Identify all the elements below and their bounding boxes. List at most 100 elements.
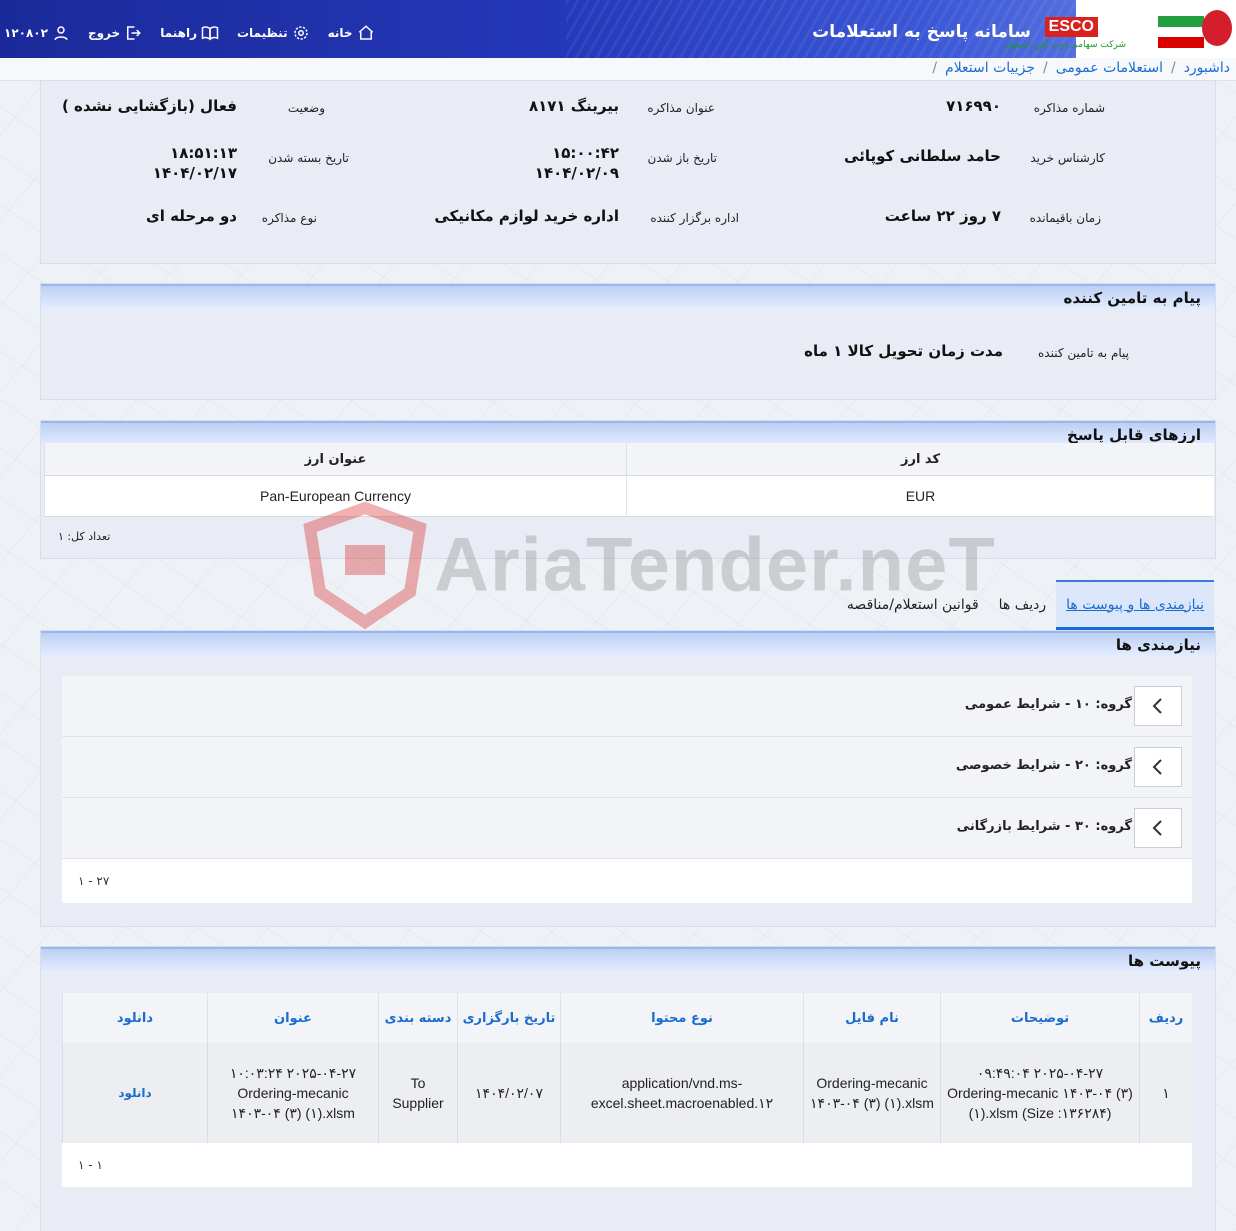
guide-link[interactable]: راهنما <box>160 24 219 42</box>
breadcrumb-dashboard[interactable]: داشبورد <box>1184 60 1230 80</box>
breadcrumb-general[interactable]: استعلامات عمومی <box>1056 60 1163 80</box>
currency-count: تعداد کل: ۱ <box>58 530 111 543</box>
tab-rules[interactable]: قوانین استعلام/مناقصه <box>837 580 989 630</box>
table-row[interactable]: ۱ ۲۰۲۵-۰۴-۲۷ ۰۹:۴۹:۰۴ Ordering-mecanic ۱… <box>62 1043 1192 1143</box>
close-date-label: تاریخ بسته شدن <box>268 151 349 165</box>
breadcrumb: داشبورد / استعلامات عمومی / جزییات استعل… <box>932 60 1230 80</box>
open-date-value: ۱۵:۰۰:۴۲ ۱۴۰۴/۰۲/۰۹ <box>534 144 619 182</box>
logout-link[interactable]: خروج <box>88 24 142 42</box>
top-header: ESCO شرکت سهامی ذوب آهن اصفهان سامانه پا… <box>0 0 1236 58</box>
group-label: گروه: ۳۰ - شرایط بازرگانی <box>956 819 1132 834</box>
organizer-value: اداره خرید لوازم مکانیکی <box>434 207 619 225</box>
col-upload-date[interactable]: تاریخ بارگزاری <box>457 993 561 1043</box>
expert-value: حامد سلطانی کوپائی <box>844 147 1001 165</box>
requirement-group[interactable]: گروه: ۱۰ - شرایط عمومی <box>62 676 1192 737</box>
close-date-value: ۱۸:۵۱:۱۳ ۱۴۰۴/۰۲/۱۷ <box>152 144 237 182</box>
col-download[interactable]: دانلود <box>62 993 208 1043</box>
iran-flag-icon <box>1158 16 1204 48</box>
chevron-left-icon <box>1152 820 1162 836</box>
currency-table: کد ارز عنوان ارز EUR Pan-European Curren… <box>44 443 1214 517</box>
home-link[interactable]: خانه <box>328 24 375 42</box>
supplier-message-label: پیام به تامین کننده <box>1038 346 1129 360</box>
breadcrumb-details[interactable]: جزییات استعلام <box>945 60 1035 80</box>
cell-row: ۱ <box>1139 1043 1192 1143</box>
requirement-group[interactable]: گروه: ۲۰ - شرایط خصوصی <box>62 737 1192 798</box>
supplier-message-value: مدت زمان تحویل کالا ۱ ماه <box>804 342 1003 360</box>
cell-description: ۲۰۲۵-۰۴-۲۷ ۰۹:۴۹:۰۴ Ordering-mecanic ۱۴۰… <box>940 1043 1140 1143</box>
breadcrumb-sep: / <box>932 60 938 76</box>
requirements-title: نیازمندی ها <box>41 631 1215 657</box>
cell-filename: Ordering-mecanic ۱۴۰۳-۰۴ (۳) (۱).xlsm <box>803 1043 941 1143</box>
pager-range: ۱ - ۱ <box>78 1158 103 1172</box>
user-menu[interactable]: ۱۲۰۸۰۲ <box>4 24 70 42</box>
home-label: خانه <box>327 26 353 40</box>
logout-label: خروج <box>87 26 121 40</box>
app-title: سامانه پاسخ به استعلامات <box>812 22 1031 42</box>
currency-code-header[interactable]: کد ارز <box>626 443 1214 476</box>
logout-icon <box>127 26 141 40</box>
currency-code-cell: EUR <box>626 475 1214 517</box>
detail-tabs: نیازمندی ها و پیوست ها ردیف ها قوانین اس… <box>837 580 1214 630</box>
col-filename[interactable]: نام فایل <box>803 993 941 1043</box>
requirements-pager: ۱ - ۲۷ <box>62 859 1192 903</box>
neg-no-label: شماره مذاکره <box>1033 101 1105 115</box>
organizer-label: اداره برگزار کننده <box>650 211 739 225</box>
expand-button[interactable] <box>1134 808 1182 848</box>
col-title[interactable]: عنوان <box>207 993 379 1043</box>
cell-content-type: application/vnd.ms-excel.sheet.macroenab… <box>560 1043 804 1143</box>
tab-rows[interactable]: ردیف ها <box>989 580 1056 630</box>
neg-no-value: ۷۱۶۹۹۰ <box>946 97 1001 115</box>
cell-upload-date: ۱۴۰۴/۰۲/۰۷ <box>457 1043 561 1143</box>
attachments-pager: ۱ - ۱ <box>62 1143 1192 1187</box>
attachments-header-row: ردیف توضیحات نام فایل نوع محتوا تاریخ با… <box>62 993 1192 1043</box>
neg-type-value: دو مرحله ای <box>145 207 237 225</box>
remaining-label: زمان باقیمانده <box>1029 211 1101 225</box>
group-label: گروه: ۲۰ - شرایط خصوصی <box>955 758 1132 773</box>
expand-button[interactable] <box>1134 747 1182 787</box>
chevron-left-icon <box>1152 759 1162 775</box>
col-category[interactable]: دسته بندی <box>378 993 458 1043</box>
expand-button[interactable] <box>1134 686 1182 726</box>
tab-requirements[interactable]: نیازمندی ها و پیوست ها <box>1056 580 1214 630</box>
requirement-group[interactable]: گروه: ۳۰ - شرایط بازرگانی <box>62 798 1192 859</box>
currency-title-cell: Pan-European Currency <box>44 475 627 517</box>
currency-header-row: کد ارز عنوان ارز <box>44 443 1214 476</box>
pager-range: ۱ - ۲۷ <box>78 874 110 888</box>
cell-category: To Supplier <box>378 1043 458 1143</box>
top-nav: ۱۲۰۸۰۲ خروج راهنما تنظیمات خانه <box>4 24 375 42</box>
title-value: بیرینگ ۸۱۷۱ <box>528 97 619 115</box>
download-link[interactable]: دانلود <box>62 1043 208 1143</box>
col-row[interactable]: ردیف <box>1139 993 1192 1043</box>
guide-label: راهنما <box>160 26 197 40</box>
chevron-left-icon <box>1152 698 1162 714</box>
user-id: ۱۲۰۸۰۲ <box>4 26 48 40</box>
attachments-title: پیوست ها <box>41 947 1215 973</box>
breadcrumb-sep: / <box>1043 60 1048 76</box>
home-icon <box>358 25 373 40</box>
settings-link[interactable]: تنظیمات <box>237 24 310 42</box>
group-label: گروه: ۱۰ - شرایط عمومی <box>964 697 1132 712</box>
esco-emblem-icon <box>1202 10 1232 46</box>
currency-title-header[interactable]: عنوان ارز <box>44 443 627 476</box>
col-content-type[interactable]: نوع محتوا <box>560 993 804 1043</box>
user-icon <box>54 26 68 41</box>
supplier-message-title: پیام به تامین کننده <box>41 284 1215 310</box>
negotiation-info-panel: شماره مذاکره ۷۱۶۹۹۰ عنوان مذاکره بیرینگ … <box>40 80 1216 264</box>
attachments-table: ردیف توضیحات نام فایل نوع محتوا تاریخ با… <box>62 993 1192 1143</box>
supplier-message-panel: پیام به تامین کننده پیام به تامین کننده … <box>40 283 1216 400</box>
neg-type-label: نوع مذاکره <box>261 211 317 225</box>
status-value: فعال (بازگشایی نشده ) <box>61 97 237 115</box>
table-row[interactable]: EUR Pan-European Currency <box>44 475 1214 517</box>
breadcrumb-sep: / <box>1170 60 1176 76</box>
brand-logo: ESCO <box>1044 17 1098 37</box>
status-label: وضعیت <box>287 101 325 115</box>
gear-icon <box>293 26 308 40</box>
expert-label: کارشناس خرید <box>1030 151 1105 165</box>
title-label: عنوان مذاکره <box>647 101 715 115</box>
remaining-value: ۷ روز ۲۲ ساعت <box>884 207 1001 225</box>
book-icon <box>201 26 219 41</box>
col-description[interactable]: توضیحات <box>940 993 1140 1043</box>
settings-label: تنظیمات <box>236 26 288 40</box>
open-date-label: تاریخ باز شدن <box>647 151 717 165</box>
cell-title: ۲۰۲۵-۰۴-۲۷ ۱۰:۰۳:۲۴ Ordering-mecanic ۱۴۰… <box>207 1043 379 1143</box>
